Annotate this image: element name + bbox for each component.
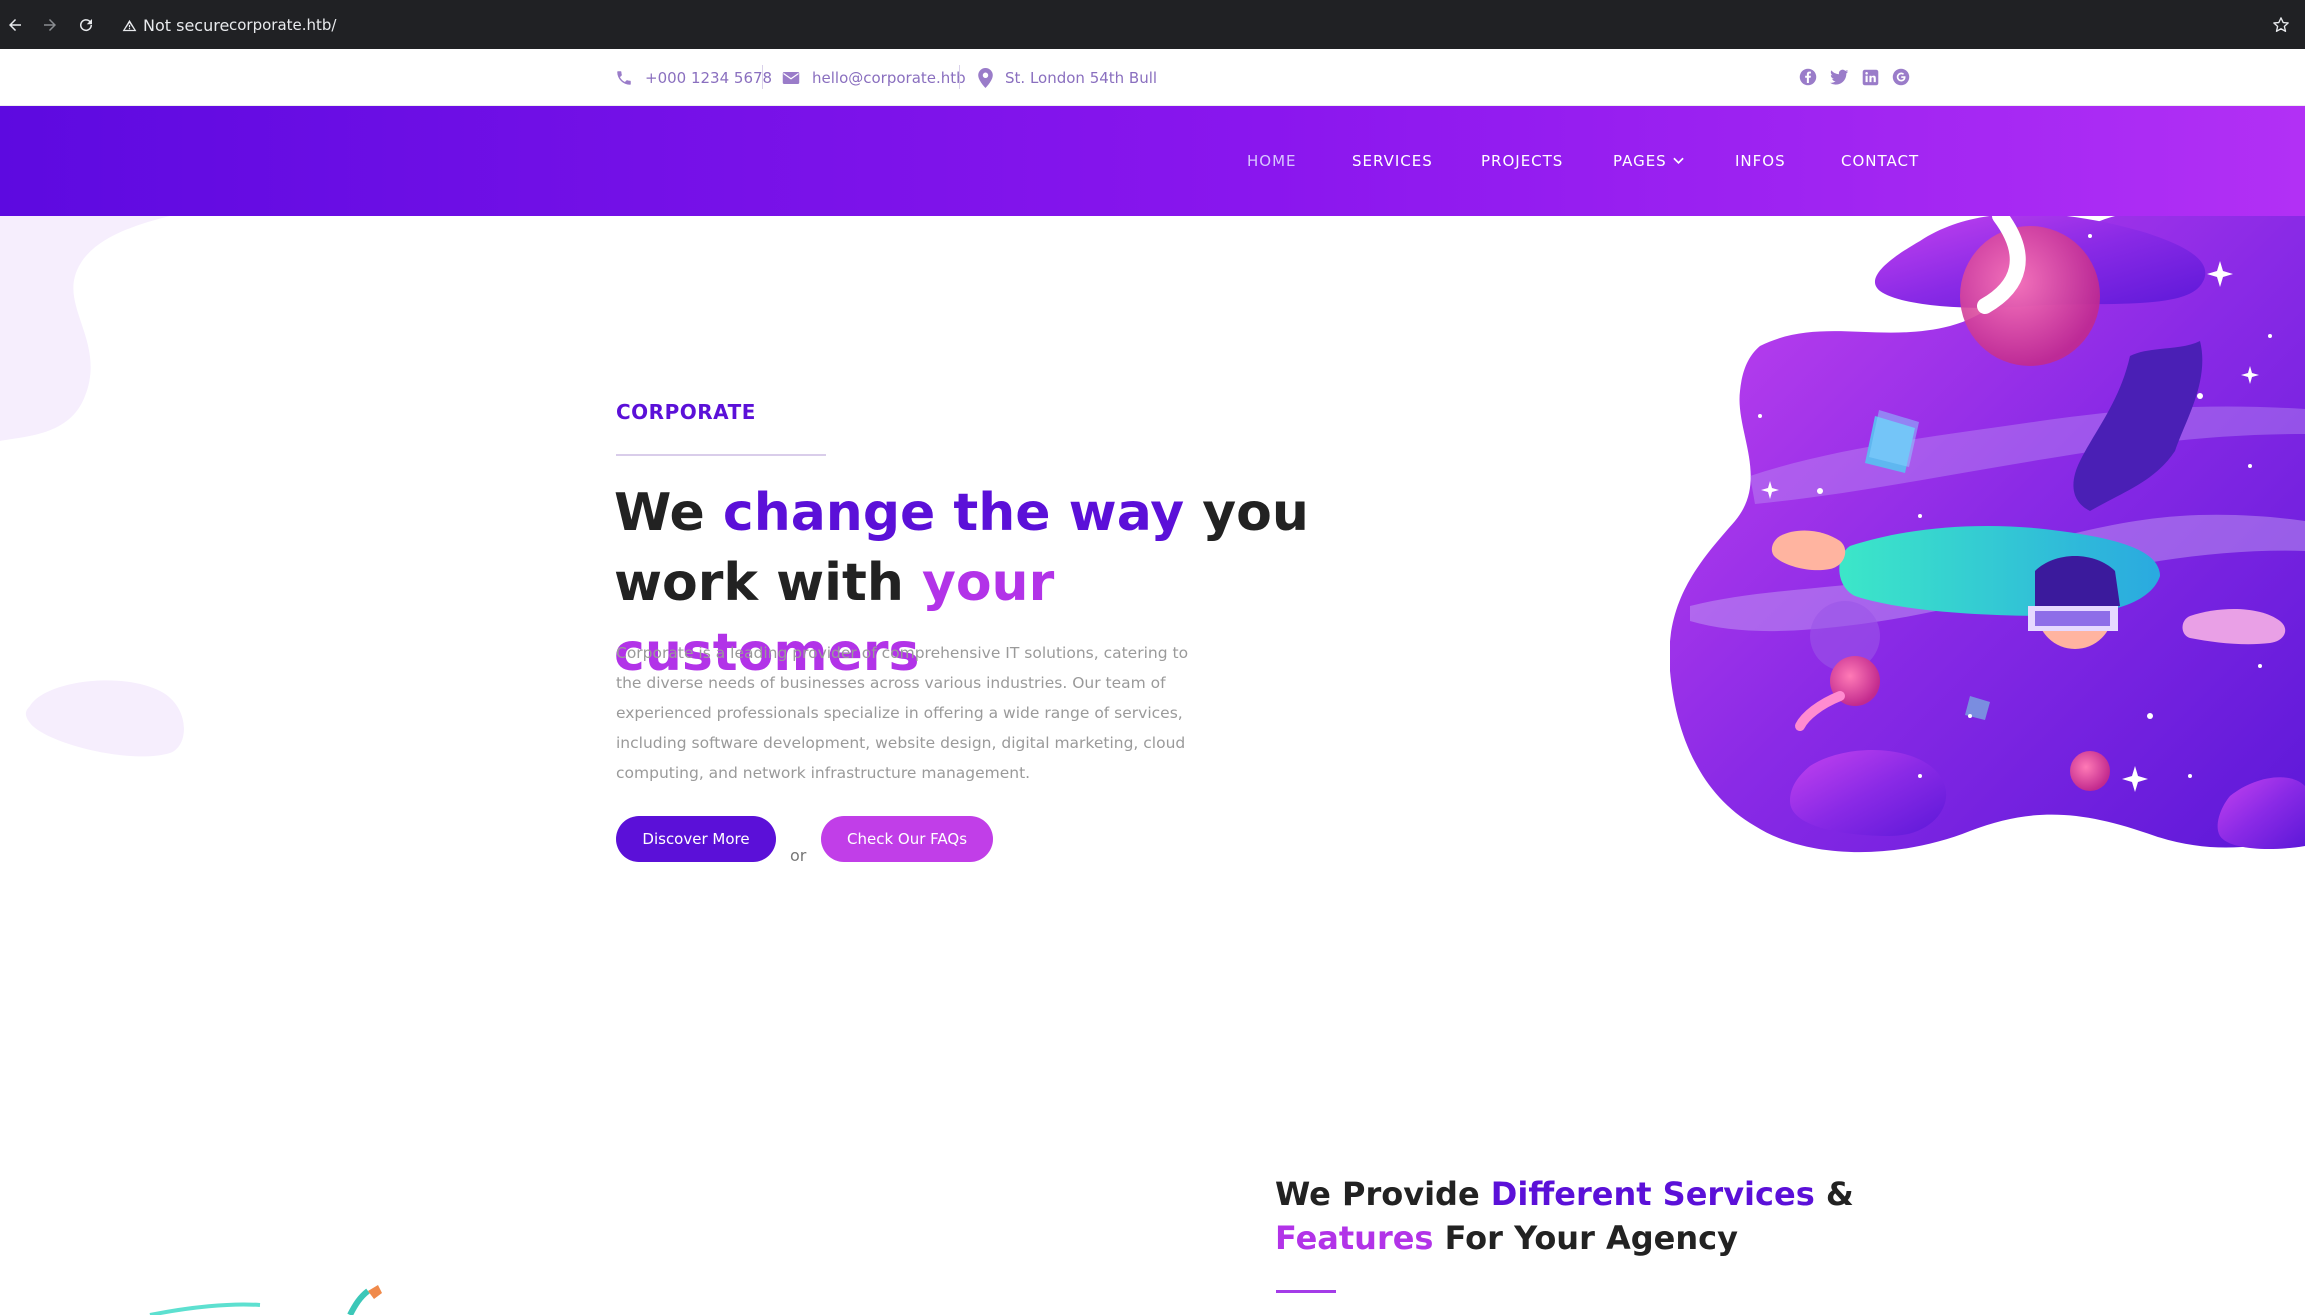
security-label: Not secure	[143, 15, 230, 35]
chevron-down-icon	[1673, 157, 1684, 165]
nav-services[interactable]: SERVICES	[1352, 106, 1433, 216]
or-text: or	[790, 846, 807, 865]
nav-pages-label: PAGES	[1613, 152, 1667, 170]
google-plus-icon[interactable]	[1889, 65, 1913, 89]
browser-toolbar: Not secure corporate.htb/	[0, 0, 2305, 49]
services-illustration-partial	[149, 1285, 382, 1315]
forward-icon[interactable]	[37, 12, 63, 38]
envelope-icon	[782, 71, 800, 84]
nav-contact[interactable]: CONTACT	[1841, 106, 1919, 216]
services-title-part3: For Your Agency	[1433, 1219, 1738, 1257]
email-text: hello@corporate.htb	[812, 68, 966, 87]
security-indicator[interactable]: Not secure	[122, 14, 229, 36]
divider	[762, 65, 763, 89]
services-divider	[1276, 1290, 1336, 1293]
decorative-blob-top-left	[0, 216, 170, 441]
decorative-blob-left	[25, 680, 184, 757]
nav-projects[interactable]: PROJECTS	[1481, 106, 1563, 216]
divider	[959, 65, 960, 89]
linkedin-icon[interactable]	[1858, 65, 1882, 89]
phone-info[interactable]: +000 1234 5678	[615, 49, 772, 106]
twitter-icon[interactable]	[1827, 65, 1851, 89]
facebook-icon[interactable]	[1796, 65, 1820, 89]
eyebrow-divider	[616, 454, 826, 456]
main-navbar: HOME SERVICES PROJECTS PAGES INFOS CONTA…	[0, 106, 2305, 216]
address-text: St. London 54th Bull	[1005, 68, 1158, 87]
url-text[interactable]: corporate.htb/	[229, 14, 337, 36]
check-faqs-button[interactable]: Check Our FAQs	[821, 816, 993, 862]
bookmark-star-icon[interactable]	[2268, 12, 2294, 38]
services-title-highlight1: Different Services	[1490, 1175, 1815, 1213]
hero-title-highlight1: change the way	[722, 483, 1185, 543]
hero-description: Corporate is a leading provider of compr…	[616, 644, 1189, 782]
phone-text: +000 1234 5678	[645, 68, 773, 87]
hero-title-part1: We	[614, 483, 723, 543]
warning-icon	[122, 19, 137, 31]
address-bar[interactable]	[112, 8, 2242, 41]
contact-info-bar: +000 1234 5678 hello@corporate.htb St. L…	[0, 49, 2305, 106]
reload-icon[interactable]	[73, 12, 99, 38]
nav-home[interactable]: HOME	[1247, 106, 1297, 216]
services-title-part1: We Provide	[1275, 1175, 1491, 1213]
email-info[interactable]: hello@corporate.htb	[782, 49, 966, 106]
discover-more-button[interactable]: Discover More	[616, 816, 776, 862]
nav-pages[interactable]: PAGES	[1613, 106, 1684, 216]
services-title-highlight2: Features	[1275, 1219, 1434, 1257]
hero-eyebrow: CORPORATE	[616, 400, 756, 424]
address-info[interactable]: St. London 54th Bull	[978, 49, 1157, 106]
back-icon[interactable]	[2, 12, 28, 38]
phone-icon	[617, 70, 631, 85]
services-title: We Provide Different Services & Features…	[1275, 1172, 1975, 1260]
map-pin-icon	[978, 67, 993, 88]
hero-space-illustration	[1670, 216, 2305, 853]
nav-infos[interactable]: INFOS	[1735, 106, 1786, 216]
services-title-part2: &	[1814, 1175, 1854, 1213]
